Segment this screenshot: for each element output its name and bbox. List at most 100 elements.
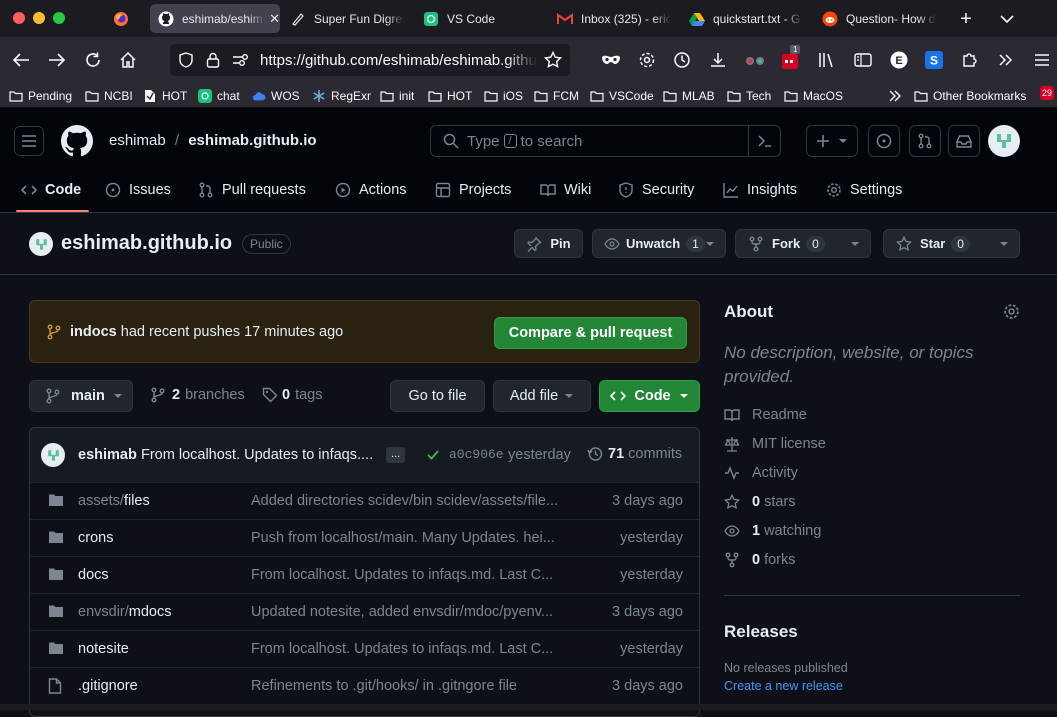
fork-button[interactable]: Fork 0 (735, 229, 871, 258)
commit-sha[interactable]: a0c906e (449, 447, 504, 462)
file-name[interactable]: crons (78, 530, 113, 546)
new-tab-button[interactable]: + (955, 8, 977, 30)
file-name[interactable]: .gitignore (78, 678, 138, 694)
other-bookmarks-folder[interactable]: Other Bookmarks (914, 87, 1026, 105)
create-new-button[interactable] (806, 125, 858, 157)
check-icon[interactable] (426, 448, 440, 462)
tab-pull-requests[interactable]: Pull requests (198, 179, 306, 201)
bookmark-folder-macos[interactable]: MacOS (784, 87, 843, 105)
expand-commit-button[interactable]: ... (386, 447, 406, 463)
file-path-prefix[interactable]: envsdir/ (78, 604, 129, 620)
file-row[interactable]: docs From localhost. Updates to infaqs.m… (30, 556, 699, 593)
file-commit-message[interactable]: Updated notesite, added envsdir/mdoc/pye… (251, 604, 571, 620)
mask-extension-icon[interactable] (600, 49, 622, 71)
compare-pull-request-button[interactable]: Compare & pull request (494, 317, 687, 349)
pull-requests-icon[interactable] (909, 125, 941, 157)
watching-link[interactable]: 1 watching (724, 521, 821, 541)
file-commit-message[interactable]: Push from localhost/main. Many Updates. … (251, 530, 571, 546)
bookmark-chat[interactable]: chat (198, 87, 240, 105)
repo-title[interactable]: eshimab.github.io (61, 232, 232, 255)
forks-link[interactable]: 0 forks (724, 550, 796, 570)
hamburger-menu-icon[interactable] (1031, 49, 1053, 71)
pin-button[interactable]: Pin (514, 229, 583, 258)
bookmark-folder-init[interactable]: init (380, 87, 414, 105)
overflow-chevron-icon[interactable] (995, 49, 1017, 71)
hamburger-menu-icon[interactable] (14, 126, 44, 156)
watch-button[interactable]: Unwatch 1 (592, 229, 726, 258)
permissions-icon[interactable] (232, 53, 250, 67)
file-name[interactable]: mdocs (129, 604, 172, 620)
command-palette-icon[interactable] (748, 126, 780, 156)
s-extension-icon[interactable]: S (923, 49, 945, 71)
bookmark-folder-vscode[interactable]: VSCode (590, 87, 654, 105)
bookmark-folder-ios[interactable]: iOS (484, 87, 523, 105)
bookmark-folder-fcm[interactable]: FCM (534, 87, 579, 105)
file-commit-message[interactable]: Refinements to .git/hooks/ in .gitngore … (251, 678, 571, 694)
e-extension-icon[interactable]: E (888, 49, 910, 71)
back-icon[interactable] (10, 49, 32, 71)
tab-github[interactable]: eshimab/eshim ✕ (150, 4, 280, 33)
tab-actions[interactable]: Actions (335, 179, 407, 201)
tab-firefox[interactable] (113, 4, 135, 33)
commit-message[interactable]: From localhost. Updates to infaqs.... (141, 447, 373, 463)
search-input[interactable]: Type / to search (430, 125, 781, 157)
tracking-protection-icon[interactable] (178, 52, 194, 68)
create-release-link[interactable]: Create a new release (724, 679, 843, 693)
bookmark-wos[interactable]: WOS (252, 87, 300, 105)
lock-icon[interactable] (206, 52, 220, 68)
go-to-file-button[interactable]: Go to file (390, 380, 485, 412)
tags-link[interactable]: 0 tags (262, 387, 323, 403)
tab-reddit[interactable]: Question- How d (822, 4, 940, 33)
notification-badge[interactable]: 29 (1040, 86, 1055, 100)
code-dropdown-button[interactable]: Code (599, 380, 700, 412)
tab-issues[interactable]: Issues (105, 179, 171, 201)
tab-vscode[interactable]: VS Code (423, 4, 533, 33)
bookmark-folder-ncbi[interactable]: NCBI (85, 87, 133, 105)
bookmark-star-icon[interactable] (544, 51, 562, 69)
tab-code[interactable]: Code (21, 179, 81, 201)
sidebar-icon[interactable] (852, 49, 874, 71)
tab-settings[interactable]: Settings (826, 179, 902, 201)
home-icon[interactable] (117, 49, 139, 71)
file-row[interactable]: assets/files Added directories scidev/bi… (30, 482, 699, 519)
activity-link[interactable]: Activity (724, 463, 798, 483)
github-logo-icon[interactable] (61, 125, 93, 157)
chevron-down-icon[interactable] (850, 239, 860, 249)
issues-icon[interactable] (868, 125, 900, 157)
reload-icon[interactable] (82, 49, 104, 71)
file-row[interactable]: crons Push from localhost/main. Many Upd… (30, 519, 699, 556)
author-avatar[interactable] (41, 443, 65, 467)
bookmark-folder-pending[interactable]: Pending (9, 87, 72, 105)
file-row[interactable]: notesite From localhost. Updates to infa… (30, 630, 699, 667)
branches-link[interactable]: 2 branches (151, 387, 245, 403)
file-commit-message[interactable]: From localhost. Updates to infaqs.md. La… (251, 641, 571, 657)
file-row[interactable]: .gitignore Refinements to .git/hooks/ in… (30, 667, 699, 704)
tab-gmail[interactable]: Inbox (325) - eric (557, 4, 675, 33)
commits-link[interactable]: 71 commits (587, 446, 682, 462)
bookmark-folder-hot[interactable]: HOT (428, 87, 472, 105)
tab-drive[interactable]: quickstart.txt - G (689, 4, 807, 33)
url-bar[interactable]: https://github.com/eshimab/eshimab.githu… (170, 44, 570, 76)
bookmark-hot[interactable]: HOT (143, 87, 187, 105)
file-row[interactable]: envsdir/mdocs Updated notesite, added en… (30, 593, 699, 630)
chevron-down-icon[interactable] (705, 239, 715, 249)
extensions-puzzle-icon[interactable] (959, 49, 981, 71)
chevron-down-icon[interactable] (999, 239, 1009, 249)
inbox-icon[interactable] (948, 125, 980, 157)
pushed-branch-name[interactable]: indocs (70, 324, 117, 340)
settings-gear-icon[interactable] (636, 49, 658, 71)
bookmark-folder-mlab[interactable]: MLAB (663, 87, 715, 105)
gear-icon[interactable] (1003, 303, 1020, 320)
stars-link[interactable]: 0 stars (724, 492, 796, 512)
list-tabs-icon[interactable] (996, 8, 1018, 30)
add-file-button[interactable]: Add file (493, 380, 591, 412)
branch-selector[interactable]: main (29, 380, 133, 412)
avatar[interactable] (988, 125, 1020, 157)
close-tab-icon[interactable]: ✕ (269, 11, 280, 27)
bookmarks-overflow-icon[interactable] (888, 87, 902, 105)
readme-link[interactable]: Readme (724, 405, 807, 425)
bookmark-folder-tech[interactable]: Tech (727, 87, 771, 105)
downloads-icon[interactable] (707, 49, 729, 71)
owner-link[interactable]: eshimab (109, 132, 166, 149)
tab-super-fun[interactable]: Super Fun Digres (290, 4, 405, 33)
